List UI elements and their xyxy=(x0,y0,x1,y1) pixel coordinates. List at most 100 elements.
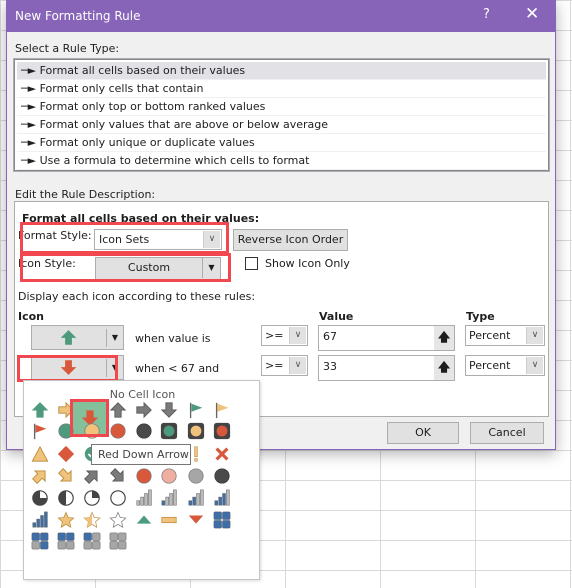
arrow-icon[interactable] xyxy=(55,465,77,487)
chevron-down-icon[interactable]: ∨ xyxy=(289,357,306,374)
icon-select-dropdown[interactable]: ▼ xyxy=(31,325,124,350)
pointer-icon: ─► xyxy=(21,136,40,149)
reverse-icon-order-button[interactable]: Reverse Icon Order xyxy=(233,229,348,251)
dialog-title: New Formatting Rule xyxy=(15,9,141,23)
arrow-icon[interactable] xyxy=(29,465,51,487)
operator-select[interactable]: >= ∨ xyxy=(261,325,308,346)
star-icon[interactable] xyxy=(107,509,129,531)
title-bar: New Formatting Rule ? ✕ xyxy=(7,1,555,32)
flag-icon[interactable] xyxy=(211,399,233,421)
type-select[interactable]: Percent ∨ xyxy=(465,355,545,376)
flag-icon[interactable] xyxy=(29,420,51,442)
arrow-icon[interactable] xyxy=(81,465,103,487)
icon-tooltip: Red Down Arrow xyxy=(91,444,191,465)
boxes-icon[interactable] xyxy=(107,530,129,552)
triangle-icon[interactable] xyxy=(29,443,51,465)
rule-type-item-label: Format all cells based on their values xyxy=(39,64,246,77)
display-rules-label: Display each icon according to these rul… xyxy=(18,290,256,303)
rule-type-item-label: Format only cells that contain xyxy=(39,82,204,95)
show-icon-only-label: Show Icon Only xyxy=(265,257,350,270)
range-select-icon[interactable]: 🡅 xyxy=(434,326,454,350)
operator-value: >= xyxy=(265,359,284,372)
cancel-button[interactable]: Cancel xyxy=(470,422,544,444)
rule-type-item[interactable]: ─► Use a formula to determine which cell… xyxy=(17,152,546,170)
dash-icon[interactable] xyxy=(158,509,180,531)
circle-icon[interactable] xyxy=(133,420,155,442)
tri-down-icon[interactable] xyxy=(185,509,207,531)
rule-description-label: Edit the Rule Description: xyxy=(15,188,156,201)
operator-select[interactable]: >= ∨ xyxy=(261,355,308,376)
icon-style-highlight xyxy=(20,253,231,282)
signal-icon[interactable] xyxy=(185,487,207,509)
show-icon-only-checkbox[interactable] xyxy=(245,257,258,270)
help-button[interactable]: ? xyxy=(483,7,490,22)
operator-value: >= xyxy=(265,329,284,342)
type-value: Percent xyxy=(469,359,511,372)
cross-icon[interactable] xyxy=(211,443,233,465)
rule-type-list[interactable]: ─► Format all cells based on their value… xyxy=(13,58,550,172)
pointer-icon: ─► xyxy=(21,118,40,131)
traffic-icon[interactable] xyxy=(211,420,233,442)
boxes-icon[interactable] xyxy=(55,530,77,552)
signal-icon[interactable] xyxy=(133,487,155,509)
value-column-header: Value xyxy=(319,310,354,323)
ok-button[interactable]: OK xyxy=(387,422,459,444)
icon-column-header: Icon xyxy=(18,310,45,323)
signal-icon[interactable] xyxy=(29,509,51,531)
boxes-icon[interactable] xyxy=(29,530,51,552)
chevron-down-icon[interactable]: ∨ xyxy=(526,357,543,374)
circle-icon[interactable] xyxy=(107,420,129,442)
pointer-icon: ─► xyxy=(21,64,40,77)
tri-up-icon[interactable] xyxy=(133,509,155,531)
pie-icon[interactable] xyxy=(29,487,51,509)
icon-picker-popup: No Cell Icon xyxy=(23,380,260,580)
rule-type-item-label: Format only unique or duplicate values xyxy=(39,136,255,149)
type-value: Percent xyxy=(469,329,511,342)
circle-icon[interactable] xyxy=(158,465,180,487)
rule-type-item[interactable]: ─► Format all cells based on their value… xyxy=(17,62,546,80)
arrow-icon[interactable] xyxy=(29,399,51,421)
rule-type-item[interactable]: ─► Format only unique or duplicate value… xyxy=(17,134,546,152)
value-input[interactable]: 33 🡅 xyxy=(318,355,455,381)
dropdown-arrow-icon[interactable]: ▼ xyxy=(106,329,123,347)
signal-icon[interactable] xyxy=(211,487,233,509)
diamond-icon[interactable] xyxy=(55,443,77,465)
circle-icon[interactable] xyxy=(211,465,233,487)
value-input[interactable]: 67 🡅 xyxy=(318,325,455,351)
rule-type-item-label: Format only top or bottom ranked values xyxy=(39,100,266,113)
pie-icon[interactable] xyxy=(55,487,77,509)
range-select-icon[interactable]: 🡅 xyxy=(434,356,454,380)
star-icon[interactable] xyxy=(55,509,77,531)
arrow-icon[interactable] xyxy=(107,399,129,421)
chevron-down-icon[interactable]: ∨ xyxy=(526,327,543,344)
traffic-icon[interactable] xyxy=(158,420,180,442)
format-style-highlight xyxy=(20,222,229,254)
rule-type-item[interactable]: ─► Format only cells that contain xyxy=(17,80,546,98)
circle-icon[interactable] xyxy=(133,465,155,487)
pie-icon[interactable] xyxy=(81,487,103,509)
traffic-icon[interactable] xyxy=(185,420,207,442)
flag-icon[interactable] xyxy=(185,399,207,421)
rule-type-item[interactable]: ─► Format only top or bottom ranked valu… xyxy=(17,98,546,116)
close-button[interactable]: ✕ xyxy=(525,4,539,24)
pointer-icon: ─► xyxy=(21,154,40,167)
condition-label: when value is xyxy=(135,332,211,345)
arrow-icon[interactable] xyxy=(133,399,155,421)
value-text: 33 xyxy=(323,360,337,373)
icon-dropdown-highlight xyxy=(17,355,118,382)
signal-icon[interactable] xyxy=(158,487,180,509)
boxes-icon[interactable] xyxy=(81,530,103,552)
type-select[interactable]: Percent ∨ xyxy=(465,325,545,346)
chevron-down-icon[interactable]: ∨ xyxy=(289,327,306,344)
arrow-icon[interactable] xyxy=(158,399,180,421)
circle-icon[interactable] xyxy=(185,465,207,487)
boxes-icon[interactable] xyxy=(211,509,233,531)
pie-icon[interactable] xyxy=(107,487,129,509)
rule-type-label: Select a Rule Type: xyxy=(15,42,120,55)
rule-type-item[interactable]: ─► Format only values that are above or … xyxy=(17,116,546,134)
arrow-icon[interactable] xyxy=(107,465,129,487)
condition-label: when < 67 and xyxy=(135,362,220,375)
star-icon[interactable] xyxy=(81,509,103,531)
green-up-arrow-icon xyxy=(60,329,77,353)
rule-type-item-label: Use a formula to determine which cells t… xyxy=(39,154,310,167)
